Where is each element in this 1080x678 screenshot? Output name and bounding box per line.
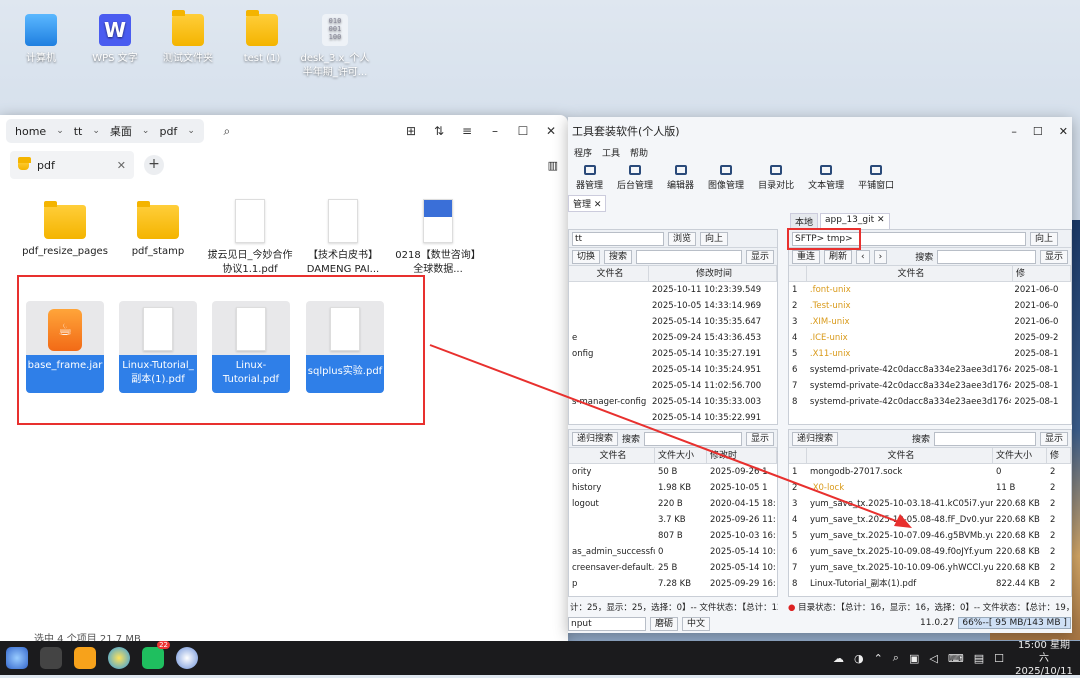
cloud-icon[interactable]: ☁ — [833, 652, 844, 665]
multitask-icon[interactable] — [40, 647, 62, 669]
notification-icon[interactable]: ☐ — [994, 652, 1004, 665]
expand-icon[interactable]: ⌃ — [874, 652, 883, 665]
assistant-icon[interactable] — [176, 647, 198, 669]
search-icon[interactable]: ⌕ — [893, 651, 899, 665]
theme-icon[interactable]: ◑ — [854, 652, 864, 665]
browser-icon[interactable] — [108, 647, 130, 669]
clock[interactable]: 15:00 星期六 2025/10/11 — [1014, 639, 1074, 678]
clipboard-icon[interactable]: ▤ — [974, 652, 984, 665]
taskbar: 22 ☁ ◑ ⌃ ⌕ ▣ ◁ ⌨ ▤ ☐ 15:00 星期六 2025/10/11 — [0, 639, 1080, 678]
app-icon[interactable] — [74, 647, 96, 669]
drag-arrow — [429, 344, 912, 528]
chat-icon[interactable]: 22 — [142, 641, 170, 669]
volume-icon[interactable]: ◁ — [929, 652, 937, 665]
keyboard-icon[interactable]: ⌨ — [948, 652, 964, 665]
launcher-icon[interactable] — [6, 647, 28, 669]
network-icon[interactable]: ▣ — [909, 652, 919, 665]
